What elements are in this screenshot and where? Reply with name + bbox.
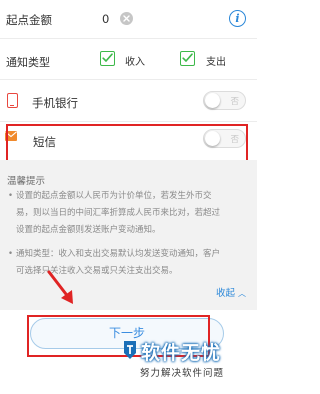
amount-row: 起点金额 0 i <box>0 0 257 38</box>
sms-toggle[interactable]: 否 <box>203 129 246 148</box>
phone-icon <box>7 93 18 108</box>
mobile-banking-row: 手机银行 否 <box>0 80 257 121</box>
toggle-state-label: 否 <box>230 135 239 145</box>
annotation-arrow <box>47 270 73 304</box>
expense-label: 支出 <box>206 57 226 68</box>
watermark-title: 软件无忧 <box>141 342 222 364</box>
mobile-banking-toggle[interactable]: 否 <box>203 91 246 110</box>
tip-item: • 设置的起点金额以人民币为计价单位，若发生外币交 易，则以当日的中间汇率折算成人… <box>8 191 221 235</box>
toggle-knob <box>205 93 220 108</box>
amount-input[interactable]: 0 <box>102 12 109 26</box>
amount-label: 起点金额 <box>6 13 52 27</box>
clear-icon[interactable] <box>120 12 133 25</box>
sms-label: 短信 <box>33 135 56 149</box>
notification-type-row: 通知类型 收入 支出 <box>0 39 257 79</box>
expense-checkbox[interactable] <box>180 51 195 66</box>
envelope-icon <box>5 131 17 141</box>
income-checkbox[interactable] <box>100 51 115 66</box>
mobile-banking-label: 手机银行 <box>32 96 78 110</box>
watermark-subtitle: 努力解决软件问题 <box>140 368 225 379</box>
watermark-logo <box>124 341 136 359</box>
tips-title: 温馨提示 <box>7 176 46 187</box>
toggle-state-label: 否 <box>230 97 239 107</box>
chevron-up-icon: ︿ <box>238 289 247 298</box>
toggle-knob <box>205 131 220 146</box>
income-label: 收入 <box>125 57 145 68</box>
collapse-link[interactable]: 收起 ︿ <box>216 285 246 299</box>
notification-type-label: 通知类型 <box>6 56 50 69</box>
info-icon[interactable]: i <box>229 10 246 27</box>
